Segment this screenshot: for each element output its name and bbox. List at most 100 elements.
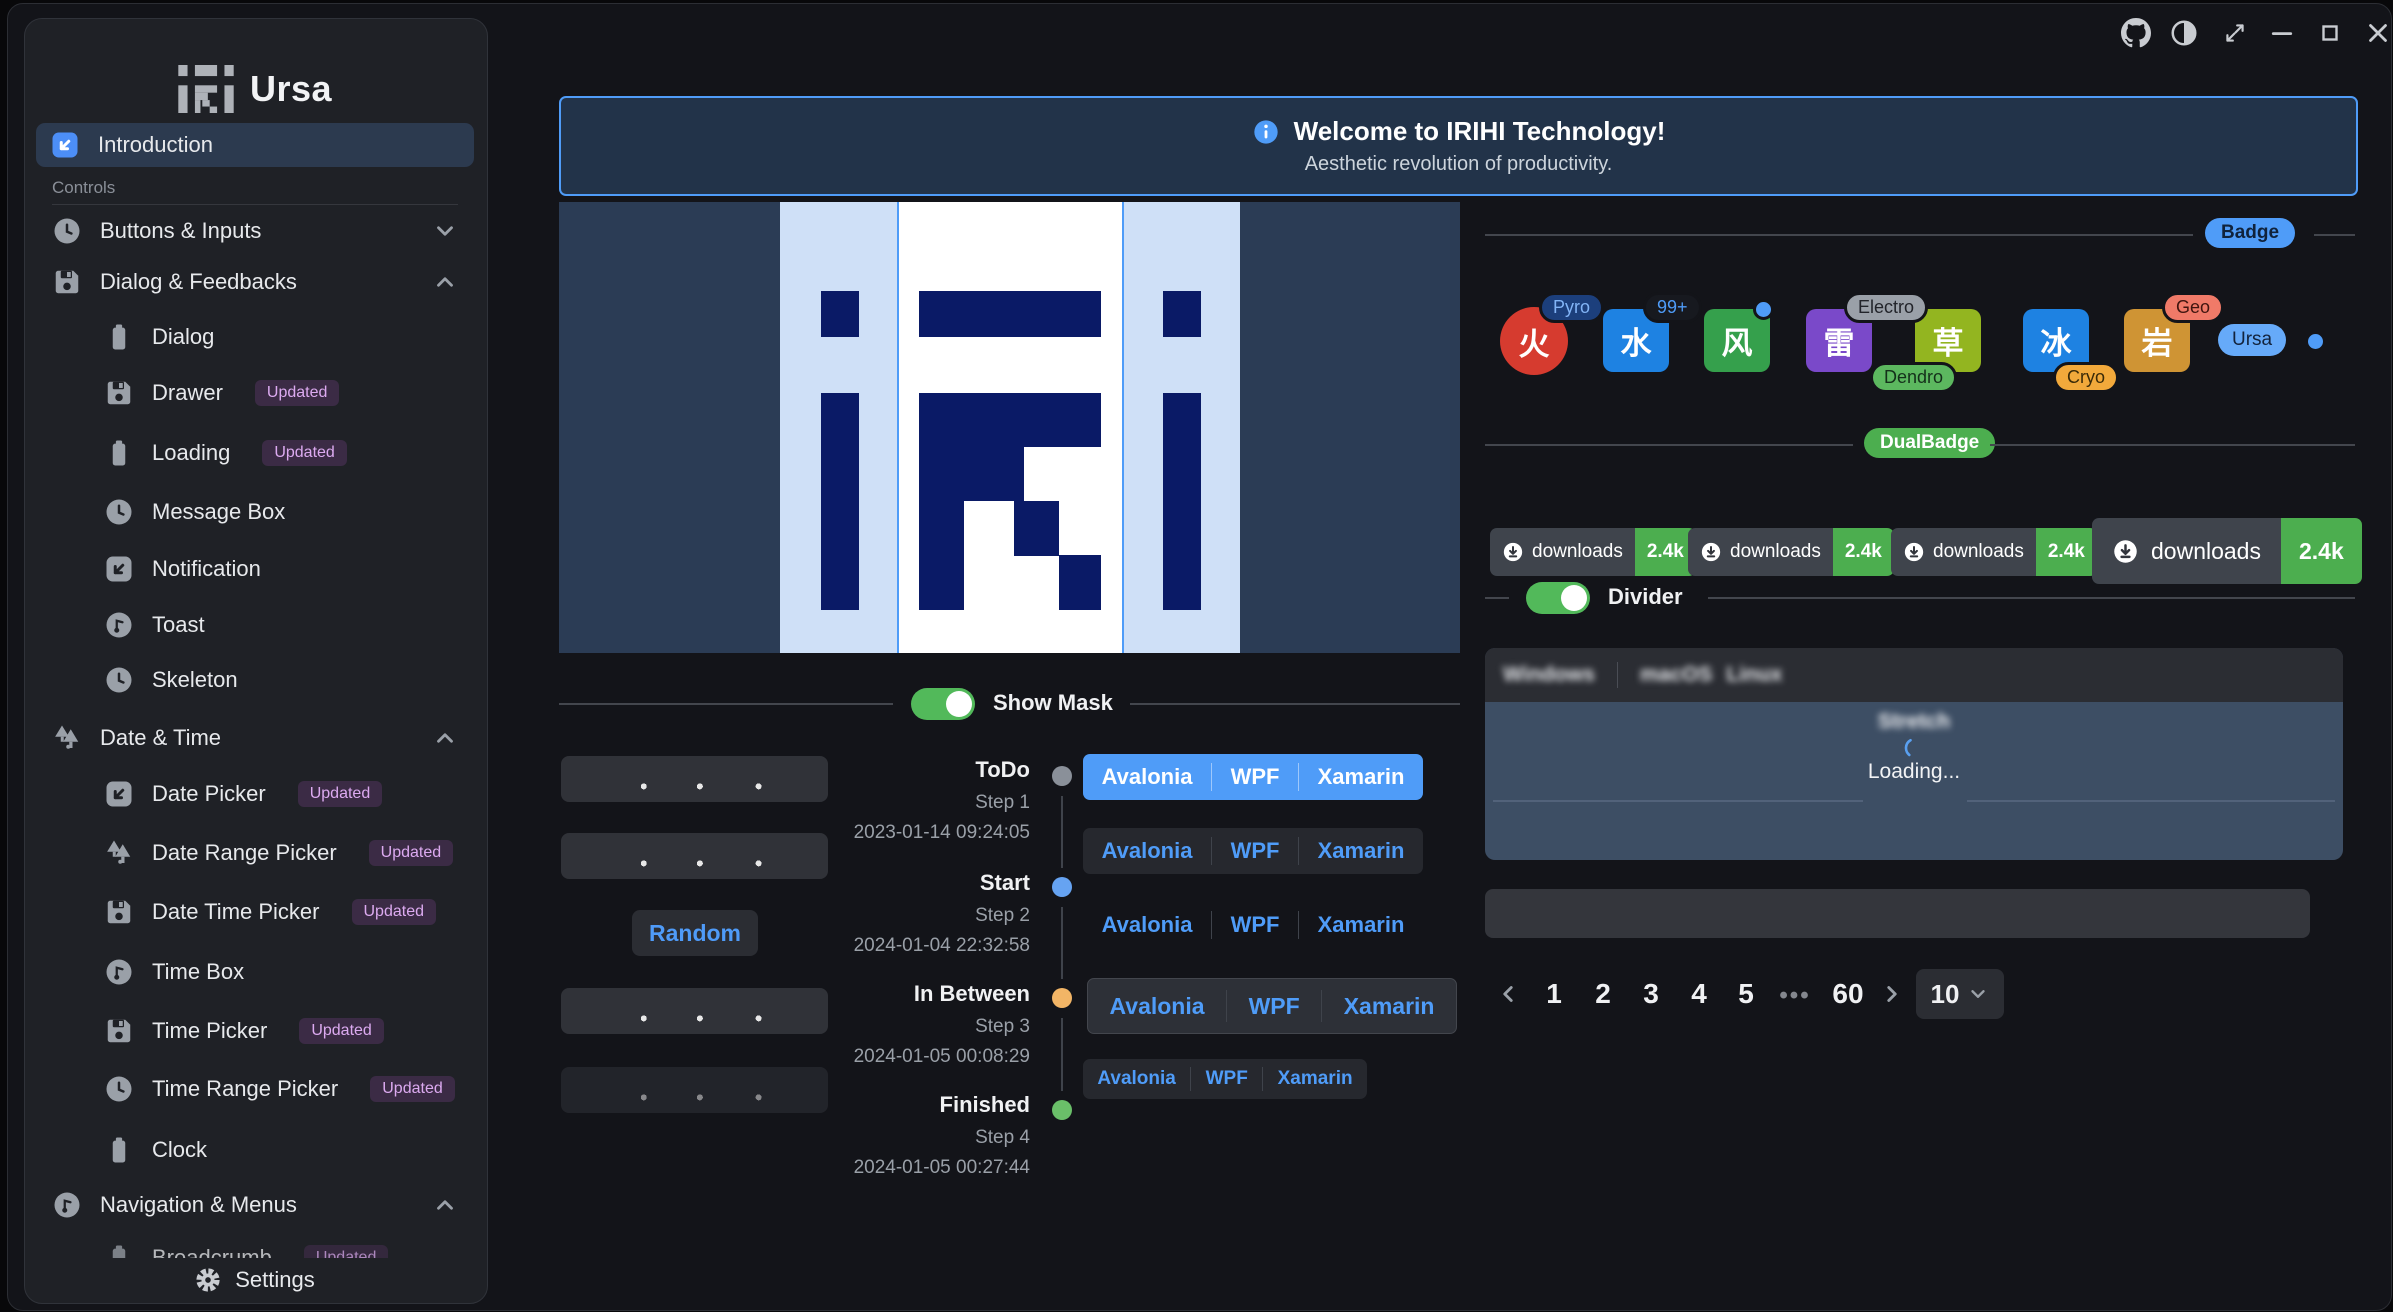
downloads-badge: downloads 2.4k — [1688, 528, 1894, 576]
info-icon — [1252, 118, 1280, 146]
badge-standalone-dot — [2308, 334, 2323, 349]
button-group-solid[interactable]: Avalonia WPF Xamarin — [1083, 754, 1423, 800]
battery-icon — [104, 438, 134, 468]
updated-badge: Updated — [369, 840, 454, 866]
timeline-dot-finished — [1052, 1100, 1072, 1120]
page-button-60[interactable]: 60 — [1820, 978, 1876, 1010]
ip-input[interactable] — [561, 988, 828, 1034]
sidebar-item-toast[interactable]: Toast — [104, 603, 205, 647]
sidebar-item-dialog[interactable]: Dialog — [104, 315, 214, 359]
pagination-next-icon[interactable] — [1879, 981, 1905, 1007]
page-button-2[interactable]: 2 — [1583, 978, 1623, 1010]
button-group-large[interactable]: Avalonia WPF Xamarin — [1087, 978, 1457, 1034]
settings-button[interactable]: Settings — [24, 1258, 486, 1302]
xamarin-button[interactable]: Xamarin — [1344, 993, 1435, 1020]
badge-cryo: Cryo — [2053, 362, 2119, 393]
tab-linux[interactable]: Linux — [1726, 663, 1782, 687]
sidebar-item-time-box[interactable]: Time Box — [104, 950, 244, 994]
xamarin-button[interactable]: Xamarin — [1278, 1068, 1353, 1090]
wpf-button[interactable]: WPF — [1249, 993, 1300, 1020]
toggle-knob — [946, 691, 972, 717]
app-title: Ursa — [250, 68, 332, 110]
sidebar-item-label: Introduction — [98, 132, 213, 158]
battery-icon — [104, 1243, 134, 1258]
mask-dark-band — [1240, 202, 1460, 653]
show-mask-label: Show Mask — [993, 690, 1113, 716]
sidebar-item-time-range-picker[interactable]: Time Range Picker Updated — [104, 1067, 455, 1111]
divider-line — [1485, 444, 1853, 446]
sidebar-item-notification[interactable]: Notification — [104, 547, 261, 591]
sidebar-item-clock[interactable]: Clock — [104, 1128, 207, 1172]
avalonia-button[interactable]: Avalonia — [1102, 838, 1193, 864]
theme-toggle-button[interactable] — [2164, 13, 2204, 53]
avalonia-button[interactable]: Avalonia — [1102, 912, 1193, 938]
maximize-button[interactable] — [2310, 13, 2350, 53]
avalonia-button[interactable]: Avalonia — [1097, 1068, 1176, 1090]
timeline-step: Step 4 — [830, 1127, 1030, 1149]
maximize-icon — [2317, 20, 2343, 46]
mask-dark-band — [559, 202, 780, 653]
show-mask-toggle[interactable] — [911, 688, 975, 720]
tab-macos[interactable]: macOS — [1640, 663, 1712, 687]
pagination-prev-icon[interactable] — [1495, 981, 1521, 1007]
github-button[interactable] — [2116, 13, 2156, 53]
logo-pixel — [821, 393, 859, 610]
sidebar-item-date-time-picker[interactable]: Date Time Picker Updated — [104, 890, 436, 934]
wpf-button[interactable]: WPF — [1231, 764, 1280, 790]
sidebar-item-date-picker[interactable]: Date Picker Updated — [104, 772, 382, 816]
button-group-small[interactable]: Avalonia WPF Xamarin — [1083, 1059, 1367, 1099]
floppy-icon — [52, 267, 82, 297]
downloads-badge: downloads 2.4k — [1490, 528, 1696, 576]
introduction-icon — [50, 130, 80, 160]
xamarin-button[interactable]: Xamarin — [1318, 912, 1405, 938]
divider-toggle[interactable] — [1526, 582, 1590, 614]
battery-icon — [104, 1135, 134, 1165]
pagination-ellipsis[interactable]: ••• — [1772, 982, 1818, 1010]
page-button-5[interactable]: 5 — [1726, 978, 1766, 1010]
floppy-icon — [104, 897, 134, 927]
trees-icon — [52, 723, 82, 753]
wpf-button[interactable]: WPF — [1231, 912, 1280, 938]
minimize-button[interactable] — [2262, 13, 2302, 53]
timeline-date: 2023-01-14 09:24:05 — [740, 822, 1030, 844]
minimize-icon — [2267, 18, 2297, 48]
tab-windows[interactable]: Windows — [1503, 663, 1595, 687]
badge-99plus: 99+ — [1643, 292, 1702, 323]
page-size-select[interactable]: 10 — [1916, 969, 2004, 1019]
sidebar-item-buttons-inputs[interactable]: Buttons & Inputs — [52, 209, 458, 253]
page-button-3[interactable]: 3 — [1631, 978, 1671, 1010]
chevron-down-icon — [1967, 983, 1989, 1005]
badge-pyro: Pyro — [1539, 292, 1604, 323]
divider-line — [1708, 597, 2355, 599]
sidebar-item-drawer[interactable]: Drawer Updated — [104, 371, 339, 415]
ip-input[interactable] — [561, 756, 828, 802]
sidebar-item-introduction[interactable]: Introduction — [36, 123, 474, 167]
avalonia-button[interactable]: Avalonia — [1102, 764, 1193, 790]
sidebar-item-dialog-feedbacks[interactable]: Dialog & Feedbacks — [52, 260, 458, 304]
page-button-4[interactable]: 4 — [1679, 978, 1719, 1010]
wpf-button[interactable]: WPF — [1206, 1068, 1248, 1090]
button-group-dark[interactable]: Avalonia WPF Xamarin — [1083, 828, 1423, 874]
xamarin-button[interactable]: Xamarin — [1318, 764, 1405, 790]
divider-line — [1990, 444, 2355, 446]
sidebar-item-breadcrumb-clipped[interactable]: Breadcrumb Updated — [104, 1236, 484, 1258]
xamarin-button[interactable]: Xamarin — [1318, 838, 1405, 864]
sidebar-item-loading[interactable]: Loading Updated — [104, 431, 347, 475]
badge-ursa: Ursa — [2218, 324, 2286, 356]
wpf-button[interactable]: WPF — [1231, 838, 1280, 864]
sidebar-item-message-box[interactable]: Message Box — [104, 490, 285, 534]
page-button-1[interactable]: 1 — [1534, 978, 1574, 1010]
downloads-badge-large: downloads 2.4k — [2092, 518, 2362, 584]
timeline-label: Finished — [830, 1092, 1030, 1118]
close-button[interactable] — [2358, 13, 2393, 53]
download-icon — [1700, 541, 1722, 563]
fullscreen-button[interactable] — [2215, 13, 2255, 53]
sidebar-item-time-picker[interactable]: Time Picker Updated — [104, 1009, 384, 1053]
avalonia-button[interactable]: Avalonia — [1110, 993, 1205, 1020]
sidebar-item-date-range-picker[interactable]: Date Range Picker Updated — [104, 831, 453, 875]
sidebar-item-skeleton[interactable]: Skeleton — [104, 658, 238, 702]
sidebar-item-date-time[interactable]: Date & Time — [52, 716, 458, 760]
button-group-ghost[interactable]: Avalonia WPF Xamarin — [1083, 902, 1423, 948]
tab-strip: Windows macOS Linux — [1485, 648, 2343, 702]
sidebar-item-navigation-menus[interactable]: Navigation & Menus — [52, 1183, 458, 1227]
